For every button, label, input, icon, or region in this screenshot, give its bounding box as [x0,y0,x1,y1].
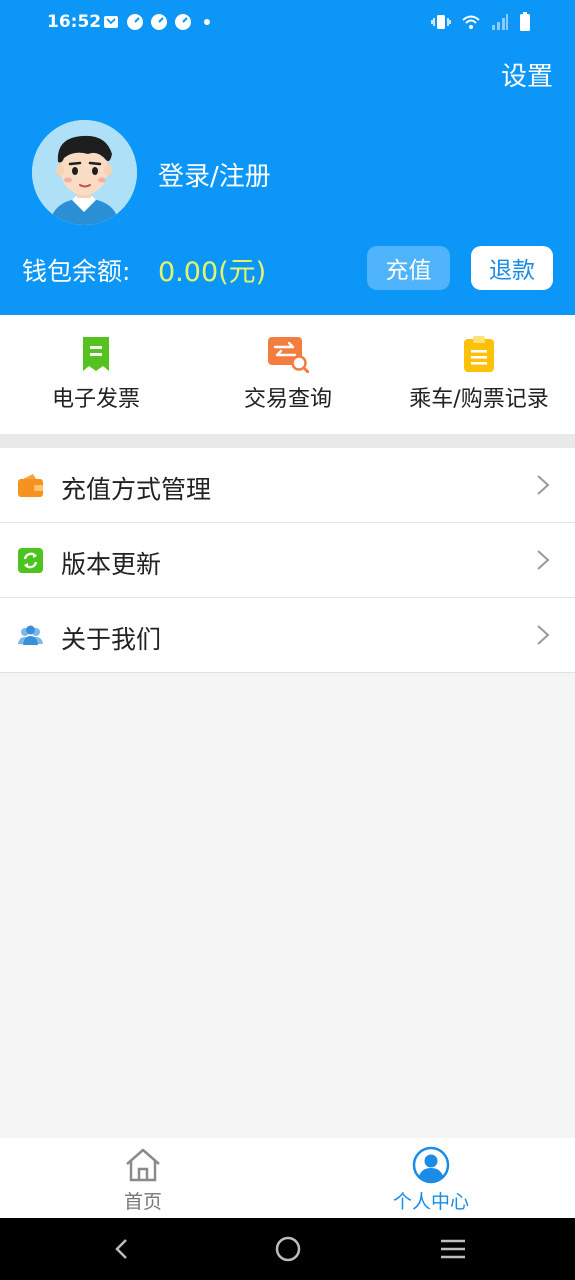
status-bar: 16:52 [0,0,575,48]
quick-entry-transactions[interactable]: 交易查询 [192,335,384,425]
wallet-icon [17,472,44,499]
transaction-search-icon [267,335,310,374]
avatar[interactable] [32,120,137,225]
profile-header: 16:52 设置 登录/注册 钱包余额: 0.00(元) 充值 退款 [0,0,575,315]
quick-entries: 电子发票 交易查询 乘车/购票记录 [0,315,575,434]
back-icon[interactable] [107,1234,137,1264]
recharge-button[interactable]: 充值 [367,246,450,290]
settings-menu-list: 充值方式管理 版本更新 关于我们 [0,448,575,673]
dot-icon [198,13,216,31]
quick-entry-ride-records[interactable]: 乘车/购票记录 [383,335,575,425]
tab-personal-center[interactable]: 个人中心 [361,1146,501,1214]
quick-entry-invoice[interactable]: 电子发票 [0,335,192,425]
wifi-icon [461,13,481,35]
quick-entry-label: 乘车/购票记录 [409,387,549,412]
chevron-right-icon [535,548,551,572]
clipboard-icon [462,335,496,373]
notification-icons [102,13,216,31]
refresh-icon [17,547,44,574]
signal-icon [491,13,509,35]
menu-item-label: 关于我们 [61,625,162,654]
quick-entry-label: 交易查询 [243,387,332,412]
balance-label: 钱包余额: [22,257,131,286]
invoice-icon [79,335,113,373]
home-icon [123,1146,163,1184]
balance-value: 0.00(元) [158,257,267,288]
menu-item-version-update[interactable]: 版本更新 [0,523,575,598]
gauge-icon [126,13,144,31]
menu-item-label: 版本更新 [61,550,162,579]
refund-button[interactable]: 退款 [471,246,553,290]
home-circle-icon[interactable] [273,1234,303,1264]
mail-icon [102,13,120,31]
menu-item-about-us[interactable]: 关于我们 [0,598,575,673]
person-icon [411,1146,451,1184]
tab-home[interactable]: 首页 [73,1146,213,1214]
system-navigation-bar [0,1218,575,1280]
gauge-icon [150,13,168,31]
section-divider [0,434,575,448]
vibrate-icon [431,13,451,35]
battery-icon [519,12,531,36]
gauge-icon [174,13,192,31]
menu-icon[interactable] [438,1234,468,1264]
people-icon [17,622,44,649]
bottom-tab-bar: 首页 个人中心 [0,1138,575,1218]
system-status-icons [431,12,531,36]
settings-button[interactable]: 设置 [501,56,553,93]
login-register-link[interactable]: 登录/注册 [158,156,271,193]
status-time: 16:52 [47,12,102,32]
chevron-right-icon [535,623,551,647]
menu-item-payment-methods[interactable]: 充值方式管理 [0,448,575,523]
chevron-right-icon [535,473,551,497]
quick-entry-label: 电子发票 [51,387,140,412]
tab-label: 首页 [123,1191,162,1213]
menu-item-label: 充值方式管理 [61,475,212,504]
tab-label: 个人中心 [392,1191,469,1213]
